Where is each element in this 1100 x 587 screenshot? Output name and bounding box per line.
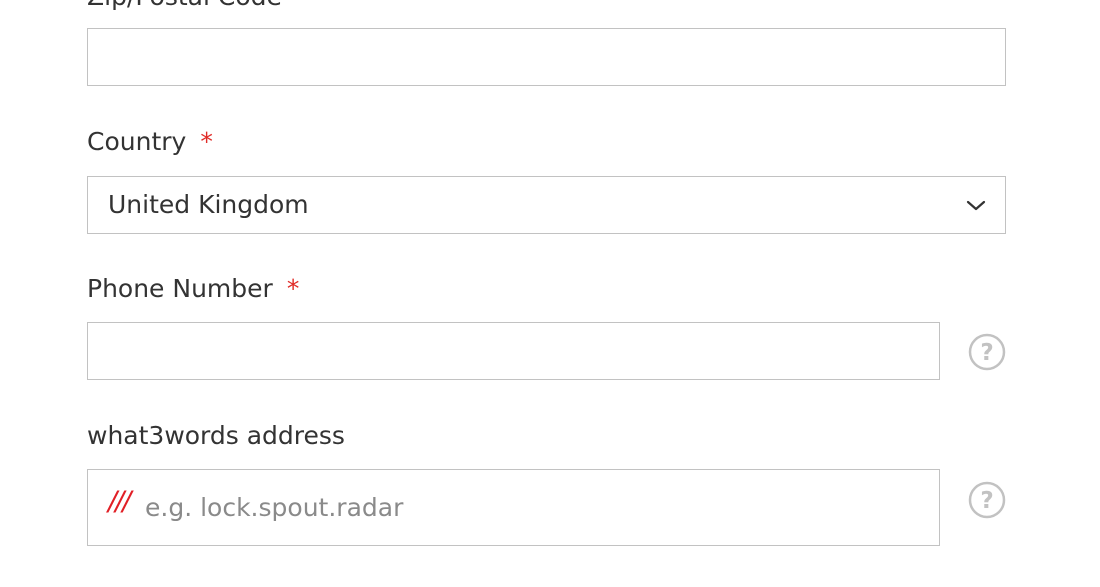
zip-input[interactable] (87, 28, 1006, 86)
what3words-label-text: what3words address (87, 421, 345, 450)
phone-input[interactable] (87, 322, 940, 380)
svg-text:?: ? (980, 340, 993, 366)
what3words-logo-slashes: /// (108, 486, 131, 517)
question-circle-icon[interactable]: ? (968, 333, 1006, 371)
required-asterisk: * (286, 274, 300, 303)
address-form: Zip/Postal Code Country* United Kingdom … (0, 0, 1100, 587)
country-label: Country * (87, 127, 213, 157)
country-selected-value: United Kingdom (108, 190, 309, 219)
what3words-placeholder: e.g. lock.spout.radar (145, 493, 404, 522)
country-label-text: Country (87, 127, 187, 156)
phone-label-text: Phone Number (87, 274, 273, 303)
chevron-down-icon (966, 200, 986, 211)
country-select[interactable]: United Kingdom (87, 176, 1006, 234)
svg-text:?: ? (980, 488, 993, 514)
question-circle-icon[interactable]: ? (968, 481, 1006, 519)
required-asterisk: * (200, 127, 213, 156)
what3words-label: what3words address (87, 421, 345, 451)
what3words-input[interactable]: /// e.g. lock.spout.radar (87, 469, 940, 546)
zip-label-text: Zip/Postal Code (87, 0, 282, 11)
zip-label: Zip/Postal Code (87, 0, 282, 12)
phone-label: Phone Number * (87, 274, 299, 304)
